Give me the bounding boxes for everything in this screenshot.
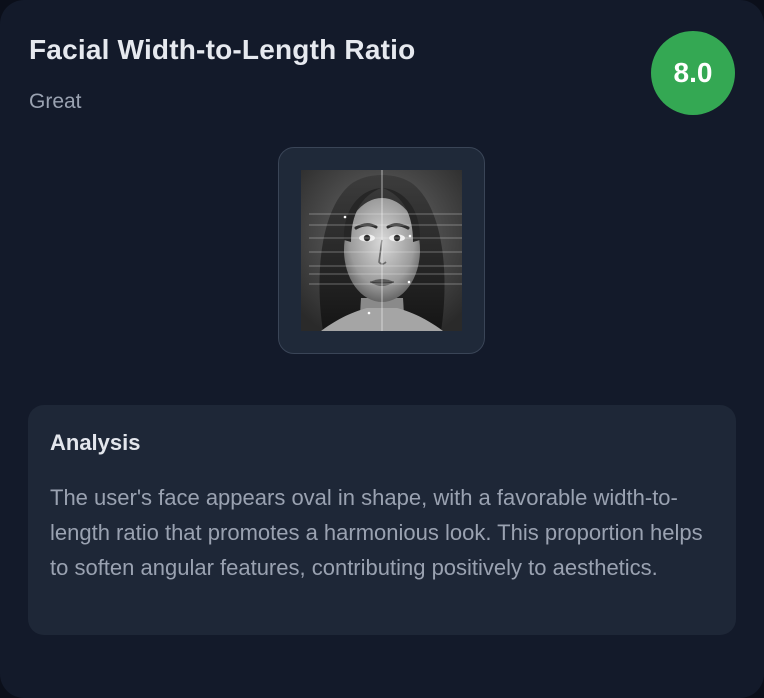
metric-title: Facial Width-to-Length Ratio [29, 34, 416, 65]
score-badge: 8.0 [651, 31, 735, 115]
metric-card: Facial Width-to-Length Ratio Great 8.0 A… [0, 0, 764, 698]
metric-rating: Great [29, 90, 82, 113]
face-photo-frame [278, 147, 485, 354]
analysis-heading: Analysis [50, 430, 141, 455]
analysis-panel: Analysis The user's face appears oval in… [28, 405, 736, 635]
analysis-text: The user's face appears oval in shape, w… [50, 485, 703, 580]
face-photo [301, 170, 462, 331]
